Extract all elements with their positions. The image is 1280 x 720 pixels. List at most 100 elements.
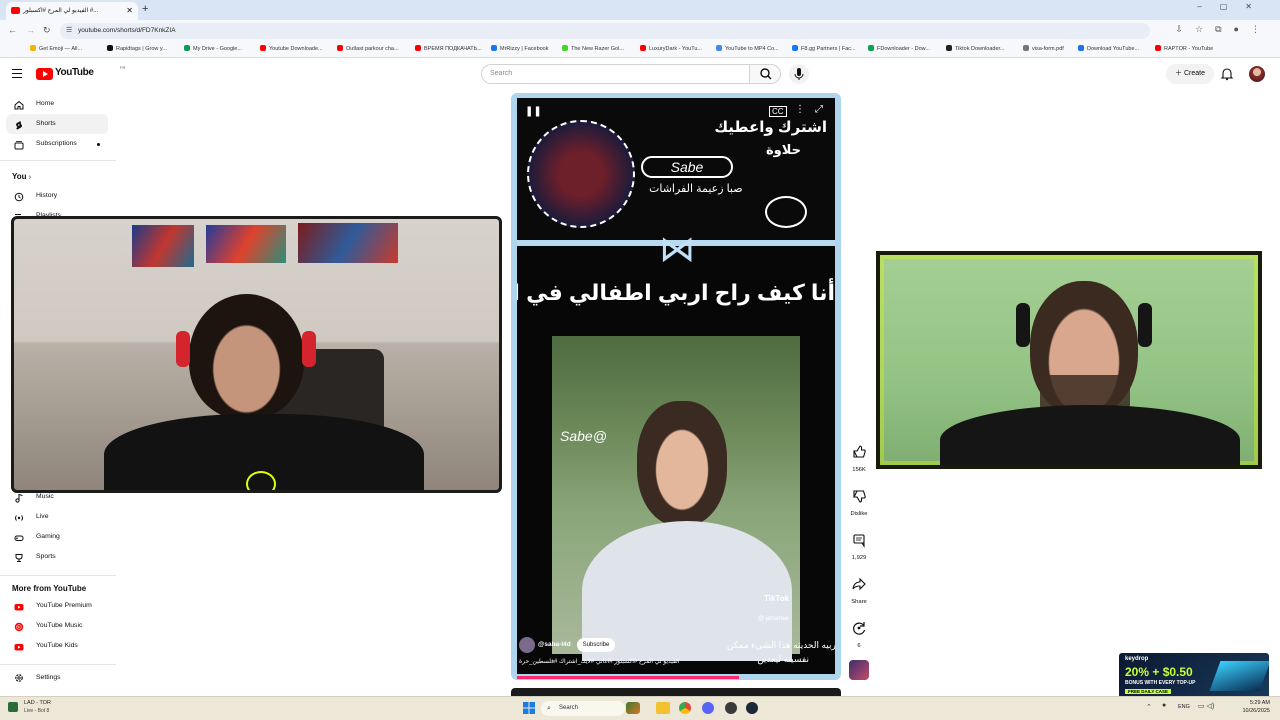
bookmark-item[interactable]: visa-form.pdf [1023,45,1064,54]
sidebar-item-shorts[interactable]: Shorts [6,114,108,134]
bookmark-item[interactable]: Rapidtags | Grow y... [107,45,167,54]
captions-icon[interactable]: CC [769,106,787,117]
sidebar-item-label: YouTube Music [36,622,83,629]
next-short-preview[interactable] [511,688,841,696]
window-controls[interactable]: –▢✕ [1197,2,1270,11]
bookmark-item[interactable]: MrRizzy | Facebook [491,45,549,54]
menu-icon[interactable] [12,69,22,79]
sidebar-item-youtube-premium[interactable]: YouTube Premium [6,596,108,616]
steam-icon[interactable] [746,702,758,714]
sidebar-item-label: Music [36,493,54,500]
sidebar-item-settings[interactable]: Settings [6,668,108,688]
banner-portrait [527,120,635,228]
bookmark-item[interactable]: RAPTOR - YouTube [1155,45,1213,54]
fullscreen-icon[interactable]: ⤢ [815,104,823,115]
comments-button[interactable] [849,530,869,550]
bookmarks-bar: Get Emoji — All... Rapidtags | Grow y... M… [0,42,1280,58]
bookmark-favicon-icon [107,45,113,51]
search-button[interactable] [749,64,781,84]
bookmark-item[interactable]: ВРЕМЯ ПОДКАЧАТЬ... [415,45,482,54]
windows-start-icon[interactable] [523,702,535,714]
account-avatar[interactable] [1249,66,1265,82]
bookmark-favicon-icon [1078,45,1084,51]
bookmark-item[interactable]: The New Razer Gol... [562,45,624,54]
bookmark-label: LuxuryDark - YouTu... [649,46,702,52]
bookmark-item[interactable]: My Drive - Google... [184,45,242,54]
bookmark-item[interactable]: Youtube Downloade... [260,45,323,54]
wall-painting [298,223,398,263]
streamer-webcam-left [11,216,502,493]
search-input[interactable]: Search [481,64,749,84]
sidebar-item-subscriptions[interactable]: Subscriptions [6,134,108,154]
bookmark-label: Outlast parkour cha... [346,46,399,52]
language-indicator[interactable]: ENG [1178,704,1190,710]
sidebar-item-sports[interactable]: Sports [6,547,108,567]
browser-tab[interactable]: الفيديو لي المرح #اكسبلور #... ✕ [6,2,138,20]
reload-icon[interactable]: ↻ [43,25,51,36]
widgets-icon[interactable] [626,702,640,714]
sidebar-you-heading[interactable]: You › [12,172,31,181]
file-explorer-icon[interactable] [656,702,670,714]
bookmark-item[interactable]: YouTube to MP4 Co... [716,45,779,54]
sidebar-item-gaming[interactable]: Gaming [6,527,108,547]
sidebar-divider [0,575,116,576]
dislike-button[interactable] [849,486,869,506]
short-title[interactable]: الفيديو لي المرح #اكسبلور #اغاني #لايك_ا… [519,658,697,665]
shorts-video[interactable]: اشترك واعطيك حلاوة Sabe صبا زعيمة الفراش… [517,98,835,674]
new-tab-icon[interactable]: + [142,3,148,15]
create-button[interactable]: ＋ Create [1166,64,1214,84]
bookmark-favicon-icon [491,45,497,51]
bookmark-item[interactable]: F8.gg Partners | Fac... [792,45,856,54]
bookmark-item[interactable]: Get Emoji — All... [30,45,82,54]
site-info-icon[interactable]: ☰ [66,23,72,39]
discord-icon[interactable] [702,702,714,714]
sidebar-item-youtube-music[interactable]: YouTube Music [6,616,108,636]
keydrop-ad[interactable]: keydrop 20% + $0.50 BONUS WITH EVERY TOP… [1119,653,1269,699]
chrome-icon[interactable] [679,702,691,714]
remix-button[interactable] [849,618,869,638]
clock-time[interactable]: 5:29 AM [1236,700,1270,706]
remix-count: 6 [857,643,861,649]
bookmark-item[interactable]: LuxuryDark - YouTu... [640,45,702,54]
taskbar-search-input[interactable]: ⌕ Search [541,701,625,716]
channel-handle[interactable]: @saba-l4d [538,641,571,648]
voice-search-button[interactable] [789,64,809,84]
sidebar-item-history[interactable]: History [6,186,108,206]
more-options-icon[interactable]: ⋮ [795,104,805,115]
bookmark-item[interactable]: Outlast parkour cha... [337,45,399,54]
obs-icon[interactable] [725,702,737,714]
tray-icons[interactable]: ● [1162,702,1166,709]
close-tab-icon[interactable]: ✕ [126,2,133,20]
pause-icon[interactable]: ❚❚ [525,106,542,117]
back-icon[interactable]: ← [8,25,17,35]
notifications-bell-icon[interactable] [1220,67,1234,81]
share-button[interactable] [849,574,869,594]
forward-icon[interactable]: → [26,25,35,35]
sidebar-item-youtube-kids[interactable]: YouTube Kids [6,636,108,656]
system-tray-chevron-icon[interactable]: ⌃ [1146,703,1152,711]
sidebar-item-home[interactable]: Home [6,94,108,114]
address-bar[interactable]: ☰ youtube.com/shorts/d/FD7KnkZIA [60,23,1150,39]
bookmark-favicon-icon [1023,45,1029,51]
sound-thumbnail[interactable] [849,660,869,680]
channel-avatar[interactable] [519,637,535,653]
network-volume-icons[interactable]: ▭ ◁) [1198,702,1214,710]
subscribe-button[interactable]: Subscribe [577,638,615,652]
game-status-icon[interactable] [8,702,18,712]
browser-toolbar-icons[interactable]: ⇩☆⧉●⋮ [1176,24,1272,35]
remix-icon [853,622,866,635]
bookmark-item[interactable]: Tiktok Downloader... [946,45,1005,54]
sidebar-item-live[interactable]: Live [6,507,108,527]
country-code: FR [120,65,126,70]
sidebar-item-label: Shorts [36,120,56,127]
bookmark-label: YouTube to MP4 Co... [725,46,779,52]
bow-icon: ⋈ [659,228,695,269]
streamer-webcam-right [876,251,1262,469]
streamer-face [189,294,304,419]
bookmark-item[interactable]: FDownloader - Dow... [868,45,930,54]
browser-tab-bar: الفيديو لي المرح #اكسبلور #... ✕ + –▢✕ [0,0,1280,20]
like-button[interactable] [849,442,869,462]
clock-date[interactable]: 10/26/2025 [1236,708,1270,714]
sidebar-item-label: Settings [36,674,61,681]
bookmark-item[interactable]: Download YouTube... [1078,45,1139,54]
